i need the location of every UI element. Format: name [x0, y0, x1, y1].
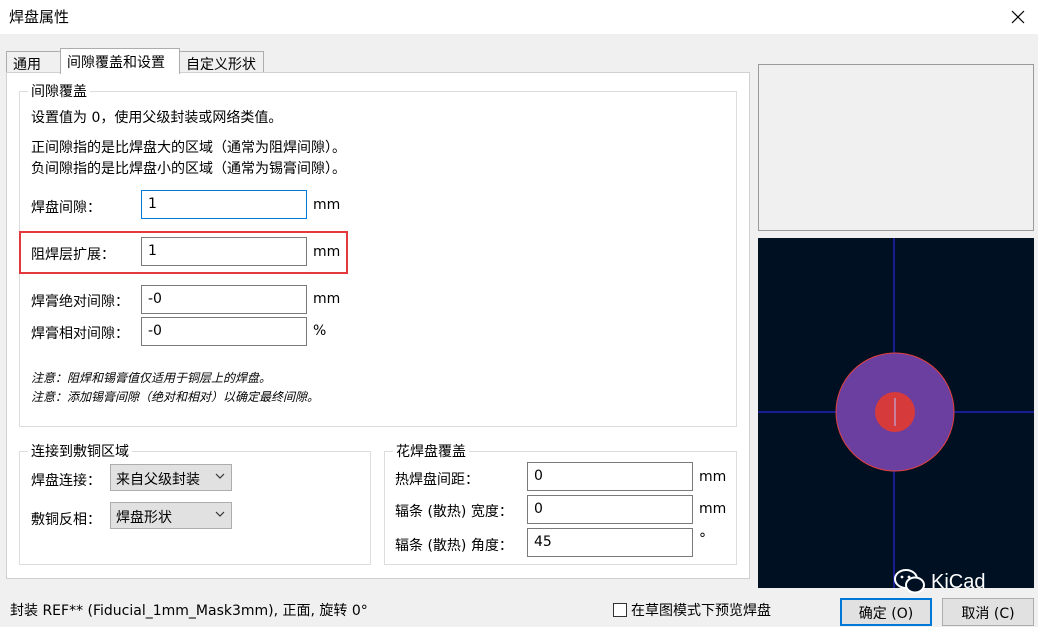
footprint-status: 封装 REF** (Fiducial_1mm_Mask3mm), 正面, 旋转 …	[10, 603, 368, 619]
spoke-width-unit: mm	[699, 501, 727, 517]
tab-panel: 间隙覆盖 设置值为 0，使用父级封装或网络类值。 正间隙指的是比焊盘大的区域（通…	[6, 72, 750, 579]
zone-invert-select[interactable]: 焊盘形状	[110, 502, 232, 529]
tab-general[interactable]: 通用	[6, 51, 61, 73]
thermal-gap-unit: mm	[699, 469, 727, 485]
tab-clearance-settings[interactable]: 间隙覆盖和设置	[60, 48, 180, 74]
checkbox-box[interactable]	[613, 603, 627, 617]
paste-rel-input[interactable]: -0	[141, 317, 307, 346]
clearance-group-title: 间隙覆盖	[28, 81, 90, 101]
sketch-preview-checkbox[interactable]: 在草图模式下预览焊盘	[613, 600, 771, 620]
info-text-1: 设置值为 0，使用父级封装或网络类值。	[31, 110, 283, 126]
paste-abs-input[interactable]: -0	[141, 285, 307, 314]
mask-expansion-label: 阻焊层扩展：	[31, 247, 115, 263]
title-bar: 焊盘属性	[0, 0, 1038, 34]
ok-button[interactable]: 确定 (O)	[840, 598, 932, 626]
cancel-button[interactable]: 取消 (C)	[942, 598, 1034, 626]
mask-expansion-unit: mm	[313, 244, 341, 260]
thermal-gap-label: 热焊盘间距：	[395, 472, 479, 488]
pad-clearance-label: 焊盘间隙：	[31, 200, 101, 216]
preview-placeholder	[758, 64, 1034, 231]
chevron-down-icon	[215, 507, 225, 523]
mask-expansion-input[interactable]: 1	[141, 237, 307, 266]
pad-clearance-input[interactable]: 1	[141, 190, 307, 219]
paste-abs-unit: mm	[313, 291, 341, 307]
connection-group-title: 连接到敷铜区域	[28, 441, 132, 461]
close-icon	[1011, 10, 1025, 24]
sketch-preview-label: 在草图模式下预览焊盘	[631, 603, 771, 619]
thermal-gap-input[interactable]: 0	[527, 462, 693, 491]
pad-connection-select[interactable]: 来自父级封装	[110, 464, 232, 491]
paste-rel-label: 焊膏相对间隙：	[31, 326, 129, 342]
zone-invert-label: 敷铜反相：	[31, 512, 101, 528]
pad-preview-drawing	[758, 238, 1034, 588]
spoke-width-label: 辐条 (散热) 宽度：	[395, 504, 513, 520]
watermark-text: KiCad	[931, 570, 986, 593]
pad-connection-label: 焊盘连接：	[31, 473, 101, 489]
spoke-angle-label: 辐条 (散热) 角度：	[395, 538, 513, 554]
window-title: 焊盘属性	[9, 8, 70, 26]
spoke-width-input[interactable]: 0	[527, 495, 693, 524]
pad-clearance-unit: mm	[313, 197, 341, 213]
zone-invert-value: 焊盘形状	[116, 510, 172, 526]
thermal-group-title: 花焊盘覆盖	[393, 441, 469, 461]
watermark: KiCad	[893, 568, 985, 596]
spoke-angle-unit: °	[699, 531, 706, 547]
note-1: 注意：阻焊和锡膏值仅适用于铜层上的焊盘。	[31, 371, 272, 385]
paste-abs-label: 焊膏绝对间隙：	[31, 294, 129, 310]
paste-rel-unit: %	[313, 323, 327, 339]
wechat-icon	[894, 569, 925, 594]
info-text-3: 负间隙指的是比焊盘小的区域（通常为锡膏间隙）。	[31, 161, 346, 177]
note-2: 注意：添加锡膏间隙（绝对和相对）以确定最终间隙。	[31, 390, 320, 404]
close-button[interactable]	[998, 0, 1038, 34]
info-text-2: 正间隙指的是比焊盘大的区域（通常为阻焊间隙）。	[31, 140, 346, 156]
pad-connection-value: 来自父级封装	[116, 472, 200, 488]
tab-custom-shape[interactable]: 自定义形状	[179, 51, 264, 73]
pad-preview-canvas[interactable]	[758, 238, 1034, 588]
spoke-angle-input[interactable]: 45	[527, 528, 693, 557]
chevron-down-icon	[215, 469, 225, 485]
